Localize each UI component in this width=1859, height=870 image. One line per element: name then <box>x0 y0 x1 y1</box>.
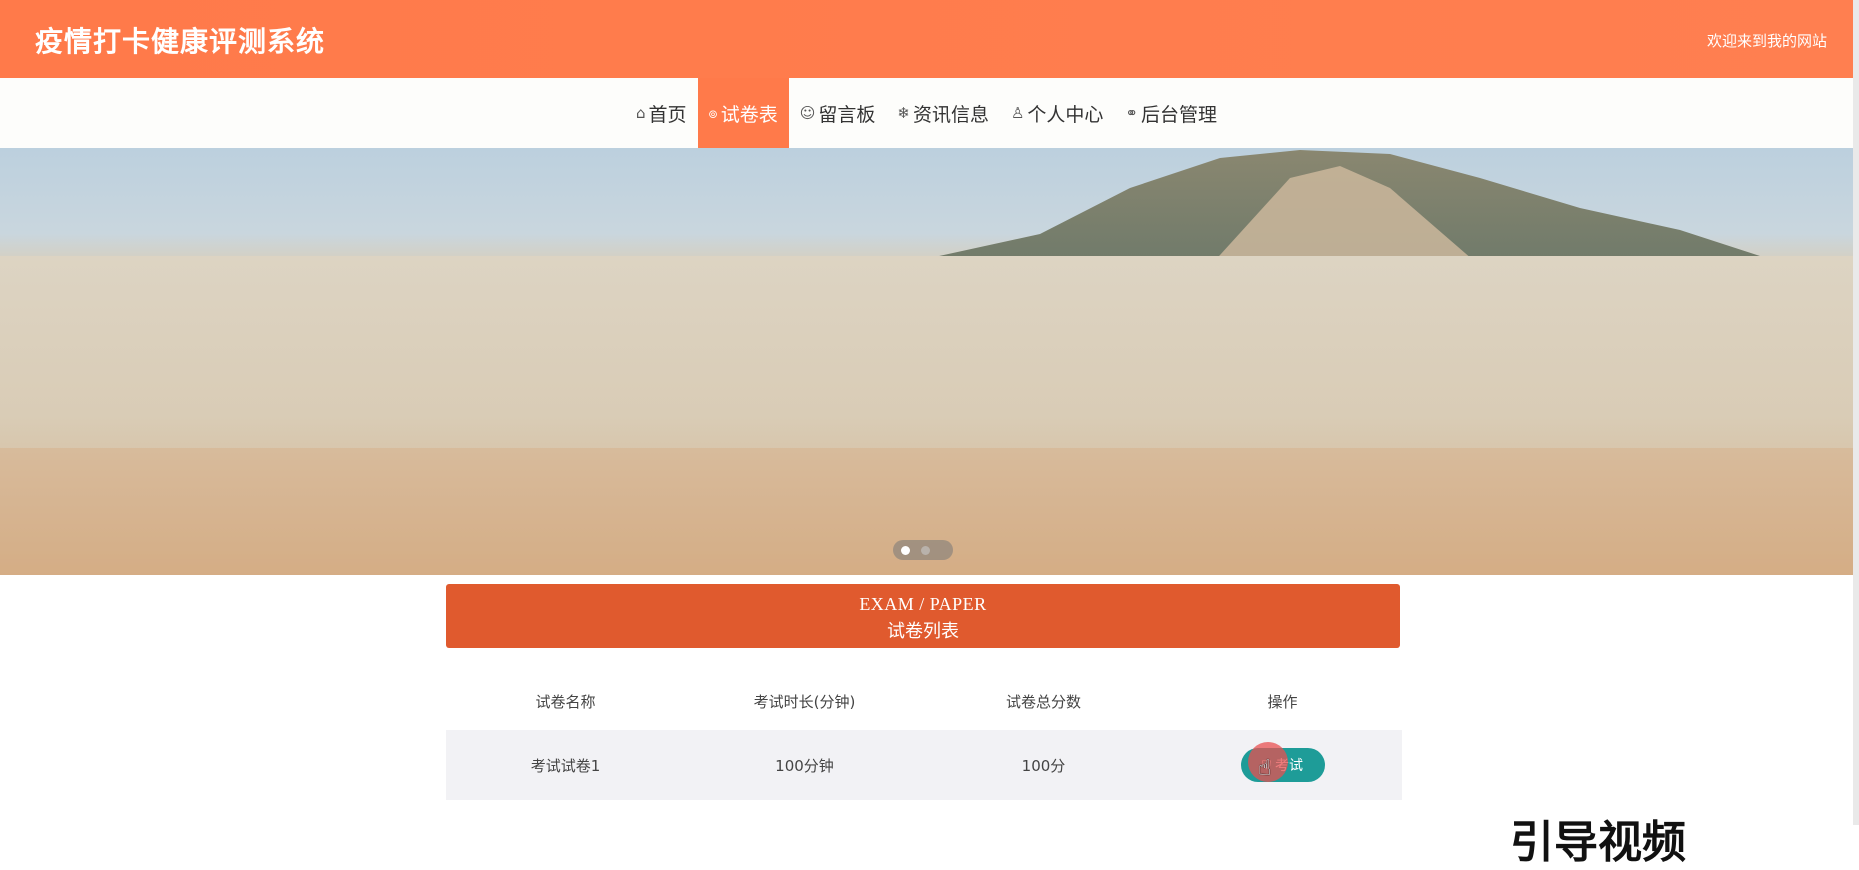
cell-duration: 100分钟 <box>775 756 834 775</box>
person-icon: ♙ <box>1010 104 1025 122</box>
cell-score: 100分 <box>1021 756 1066 775</box>
nav-label-news: 资讯信息 <box>912 103 989 126</box>
nav-item-profile[interactable]: ♙ 个人中心 <box>1000 78 1114 148</box>
table-header-row: 试卷名称 考试时长(分钟) 试卷总分数 操作 <box>446 672 1402 730</box>
column-header-name: 试卷名称 <box>535 692 596 711</box>
snowflake-icon: ❄ <box>897 104 910 122</box>
top-header: 疫情打卡健康评测系统 欢迎来到我的网站 <box>0 0 1853 79</box>
nav-item-admin[interactable]: ⚭ 后台管理 <box>1114 78 1228 148</box>
section-title-en: EXAM / PAPER <box>859 594 987 614</box>
banner-image <box>0 150 1853 575</box>
banner-carousel[interactable] <box>0 148 1853 575</box>
column-header-action: 操作 <box>1267 692 1298 711</box>
nav-item-messages[interactable]: ☺ 留言板 <box>789 78 887 148</box>
carousel-dot-1[interactable] <box>901 546 910 555</box>
nav-label-messages: 留言板 <box>818 103 876 126</box>
nav-item-home[interactable]: ⌂ 首页 <box>625 78 698 148</box>
nav-label-papers: 试卷表 <box>720 103 778 126</box>
column-header-score: 试卷总分数 <box>1005 692 1081 711</box>
site-title: 疫情打卡健康评测系统 <box>35 25 326 58</box>
column-header-duration: 考试时长(分钟) <box>753 692 856 711</box>
nav-label-home: 首页 <box>648 103 687 126</box>
nav-item-news[interactable]: ❄ 资讯信息 <box>886 78 1000 148</box>
section-header: EXAM / PAPER 试卷列表 <box>446 584 1400 648</box>
home-icon: ⌂ <box>635 104 646 122</box>
nav-label-admin: 后台管理 <box>1141 103 1218 126</box>
section-title-cn: 试卷列表 <box>887 621 959 641</box>
video-watermark: 引导视频 <box>1510 817 1686 868</box>
nav-item-papers[interactable]: ๏ 试卷表 <box>697 78 789 148</box>
carousel-indicator <box>893 540 953 560</box>
welcome-text: 欢迎来到我的网站 <box>1706 32 1827 50</box>
message-icon: ☺ <box>799 104 816 122</box>
scrollbar[interactable] <box>1853 0 1859 825</box>
main-nav: ⌂ 首页 ๏ 试卷表 ☺ 留言板 ❄ 资讯信息 ♙ 个人中心 ⚭ 后台管理 <box>0 78 1853 148</box>
cell-paper-name: 考试试卷1 <box>530 756 601 775</box>
carousel-dot-2[interactable] <box>921 546 930 555</box>
hand-cursor-icon: ☝ <box>1258 756 1272 781</box>
link-icon: ⚭ <box>1125 104 1138 122</box>
paper-icon: ๏ <box>708 104 718 122</box>
nav-label-profile: 个人中心 <box>1027 103 1104 126</box>
